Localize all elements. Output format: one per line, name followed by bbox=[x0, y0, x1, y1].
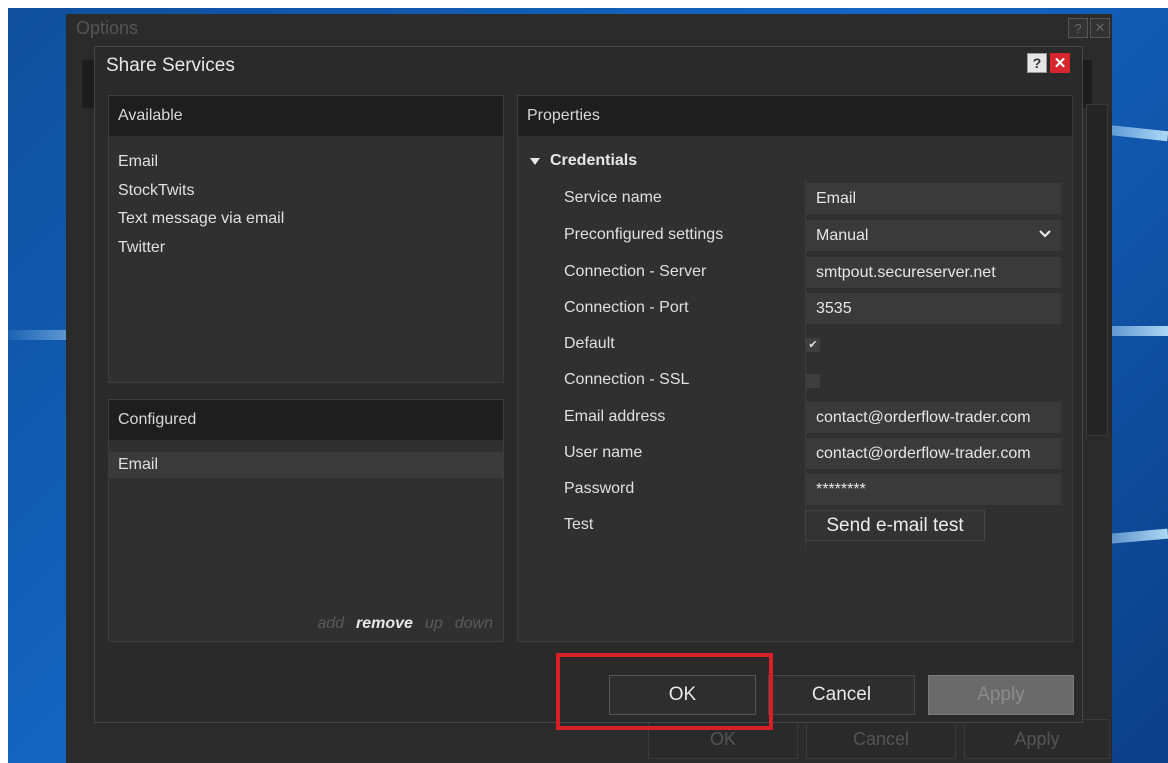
test-label: Test bbox=[564, 516, 594, 533]
credentials-section[interactable]: Credentials bbox=[530, 152, 637, 170]
available-list: Email StockTwits Text message via email … bbox=[109, 136, 503, 262]
credentials-label: Credentials bbox=[550, 152, 638, 169]
prop-row-preconfigured: Preconfigured settings Manual bbox=[518, 220, 1072, 252]
options-window-controls: ? ✕ bbox=[1068, 18, 1110, 38]
prop-row-ssl: Connection - SSL bbox=[518, 365, 1072, 397]
service-name-field[interactable]: Email bbox=[805, 183, 1061, 214]
configured-item-email[interactable]: Email bbox=[109, 452, 503, 478]
properties-panel: Properties Credentials Service name Emai… bbox=[517, 95, 1073, 642]
up-link[interactable]: up bbox=[425, 615, 443, 633]
prop-row-service-name: Service name Email bbox=[518, 183, 1072, 215]
preconfigured-select[interactable]: Manual bbox=[805, 220, 1061, 251]
preconfigured-label: Preconfigured settings bbox=[564, 226, 724, 243]
down-link[interactable]: down bbox=[455, 615, 493, 633]
add-link[interactable]: add bbox=[317, 615, 344, 633]
preconfigured-value: Manual bbox=[816, 227, 869, 244]
prop-row-default: Default ✔ bbox=[518, 329, 1072, 361]
prop-row-test: Test Send e-mail test bbox=[518, 510, 1072, 542]
configured-panel: Configured Email add remove up down bbox=[108, 399, 504, 642]
email-label: Email address bbox=[564, 408, 666, 425]
share-services-dialog: Share Services ? ✕ Available Email Stock… bbox=[94, 46, 1083, 723]
close-button[interactable]: ✕ bbox=[1050, 53, 1070, 73]
password-label: Password bbox=[564, 480, 635, 497]
cancel-button[interactable]: Cancel bbox=[768, 675, 915, 715]
username-field[interactable]: contact@orderflow-trader.com bbox=[805, 438, 1061, 469]
remove-link[interactable]: remove bbox=[356, 615, 413, 633]
port-label: Connection - Port bbox=[564, 299, 689, 316]
options-help-button[interactable]: ? bbox=[1068, 18, 1088, 38]
options-window-title: Options bbox=[76, 18, 139, 38]
help-button[interactable]: ? bbox=[1027, 53, 1047, 73]
available-item-twitter[interactable]: Twitter bbox=[118, 234, 503, 263]
username-label: User name bbox=[564, 444, 643, 461]
server-field[interactable]: smtpout.secureserver.net bbox=[805, 257, 1061, 288]
email-field[interactable]: contact@orderflow-trader.com bbox=[805, 402, 1061, 433]
ssl-checkbox[interactable] bbox=[806, 374, 820, 388]
prop-row-server: Connection - Server smtpout.secureserver… bbox=[518, 257, 1072, 289]
ssl-label: Connection - SSL bbox=[564, 371, 690, 388]
chevron-down-icon bbox=[1039, 224, 1051, 251]
properties-header: Properties bbox=[518, 96, 1072, 136]
send-email-test-button[interactable]: Send e-mail test bbox=[805, 510, 985, 541]
prop-row-username: User name contact@orderflow-trader.com bbox=[518, 438, 1072, 470]
port-field[interactable]: 3535 bbox=[805, 293, 1061, 324]
apply-button[interactable]: Apply bbox=[928, 675, 1074, 715]
options-cancel-button[interactable]: Cancel bbox=[806, 719, 956, 759]
wallpaper-light-beam bbox=[8, 330, 68, 340]
default-label: Default bbox=[564, 335, 615, 352]
default-checkbox[interactable]: ✔ bbox=[806, 338, 820, 352]
available-header: Available bbox=[109, 96, 503, 136]
prop-row-password: Password ******** bbox=[518, 474, 1072, 506]
available-item-email[interactable]: Email bbox=[118, 148, 503, 177]
options-apply-button[interactable]: Apply bbox=[964, 719, 1110, 759]
password-field[interactable]: ******** bbox=[805, 474, 1061, 505]
available-item-text-message[interactable]: Text message via email bbox=[118, 205, 503, 234]
options-close-button[interactable]: ✕ bbox=[1090, 18, 1110, 38]
prop-row-email: Email address contact@orderflow-trader.c… bbox=[518, 402, 1072, 434]
configured-actions: add remove up down bbox=[317, 615, 493, 633]
server-label: Connection - Server bbox=[564, 263, 707, 280]
options-scrollbar[interactable] bbox=[1086, 104, 1108, 436]
dialog-title: Share Services bbox=[106, 55, 235, 76]
service-name-label: Service name bbox=[564, 189, 662, 206]
expand-triangle-icon bbox=[530, 157, 540, 165]
available-item-stocktwits[interactable]: StockTwits bbox=[118, 177, 503, 206]
prop-row-port: Connection - Port 3535 bbox=[518, 293, 1072, 325]
available-panel: Available Email StockTwits Text message … bbox=[108, 95, 504, 383]
configured-header: Configured bbox=[109, 400, 503, 440]
ok-highlight-box bbox=[556, 653, 773, 730]
